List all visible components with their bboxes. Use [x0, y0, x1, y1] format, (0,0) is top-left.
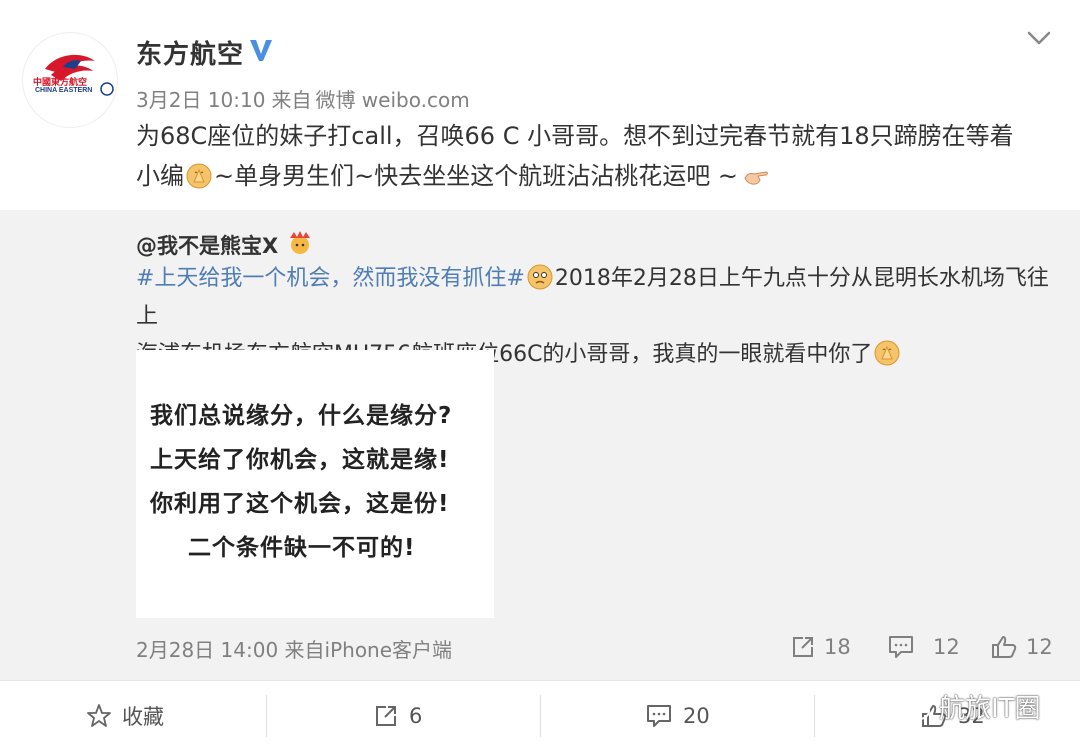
post-source[interactable]: 微博 weibo.com: [315, 88, 469, 112]
comment-count: 20: [683, 704, 710, 728]
repost-meta: 2月28日 14:00 来自iPhone客户端: [136, 634, 452, 663]
image-text-line-1: 我们总说缘分，什么是缘分?: [150, 403, 453, 429]
post-date[interactable]: 3月2日 10:10: [136, 88, 265, 112]
repost-button[interactable]: 6: [373, 681, 422, 750]
repost-icon: [793, 637, 813, 657]
image-text-line-4: 二个条件缺一不可的!: [188, 535, 416, 561]
repost-icon: [376, 706, 396, 726]
point-hand-emoji-icon: [744, 171, 768, 185]
image-text-line-3: 你利用了这个机会，这是份!: [150, 491, 450, 517]
divider: [266, 695, 267, 737]
logo-subtext: CHINA EASTERN: [35, 87, 93, 94]
pray-emoji-icon: [186, 163, 212, 189]
favorite-button[interactable]: 收藏: [86, 681, 164, 750]
post-author[interactable]: 东方航空: [136, 34, 244, 71]
repost-comments-count: 12: [933, 635, 960, 659]
repost-likes[interactable]: 12: [990, 634, 1053, 660]
repost-source[interactable]: iPhone客户端: [325, 638, 453, 662]
repost-reposts[interactable]: 18: [790, 634, 851, 660]
wechat-icon: [895, 692, 930, 720]
watermark: 航旅IT圈: [893, 688, 1041, 725]
repost-image[interactable]: 我们总说缘分，什么是缘分? 上天给了你机会，这就是缘! 你利用了这个机会，这是份…: [136, 350, 494, 618]
crown-badge-icon: [290, 231, 310, 254]
comment-icon: [889, 636, 913, 658]
repost-source-prefix: 来自: [284, 638, 325, 662]
repost-reposts-count: 18: [824, 635, 851, 659]
divider: [540, 695, 541, 737]
weibo-post: 中國東方航空 CHINA EASTERN 东方航空 3月2日 10:10 来自 微博…: [0, 0, 1080, 680]
favorite-label: 收藏: [122, 705, 164, 729]
post-text-part-b: ~单身男生们~快去坐坐这个航班沾沾桃花运吧 ~: [214, 162, 738, 190]
image-text-line-2: 上天给了你机会，这就是缘!: [150, 447, 450, 473]
repost-card[interactable]: @我不是熊宝X #上天给我一个机会，然而我没有抓住# 2018年2月28日上午九点…: [0, 210, 1080, 680]
sad-emoji-icon: [527, 264, 553, 290]
watermark-text: 航旅IT圈: [939, 694, 1041, 724]
avatar[interactable]: 中國東方航空 CHINA EASTERN: [22, 32, 118, 128]
topic-link[interactable]: #上天给我一个机会，然而我没有抓住#: [136, 266, 525, 291]
comment-button[interactable]: 20: [645, 681, 710, 750]
thumbs-up-icon: [992, 636, 1017, 658]
star-icon: [87, 704, 111, 727]
post-text: 为68C座位的妹子打call，召唤66 C 小哥哥。想不到过完春节就有18只蹄膀…: [136, 116, 1056, 196]
divider: [814, 695, 815, 737]
repost-count: 6: [409, 704, 423, 728]
source-prefix: 来自: [271, 88, 312, 112]
post-meta: 3月2日 10:10 来自 微博 weibo.com: [136, 84, 476, 113]
repost-author[interactable]: @我不是熊宝X: [136, 230, 278, 260]
post-text-line-1: 为68C座位的妹子打call，召唤66 C 小哥哥。想不到过完春节就有18只蹄膀…: [136, 122, 1014, 150]
chevron-down-icon[interactable]: [1024, 24, 1054, 52]
post-text-line-2: 小编 ~单身男生们~快去坐坐这个航班沾沾桃花运吧 ~: [136, 156, 1056, 196]
repost-likes-count: 12: [1026, 635, 1053, 659]
pray-emoji-icon: [874, 340, 900, 366]
verified-v-icon: [250, 40, 272, 61]
post-text-part-a: 小编: [136, 162, 184, 190]
comment-icon: [647, 705, 671, 727]
repost-date[interactable]: 2月28日 14:00: [136, 638, 278, 662]
repost-comments[interactable]: 12: [887, 634, 960, 660]
repost-text-line-1: #上天给我一个机会，然而我没有抓住# 2018年2月28日上午九点十分从昆明长水机…: [136, 260, 1056, 336]
